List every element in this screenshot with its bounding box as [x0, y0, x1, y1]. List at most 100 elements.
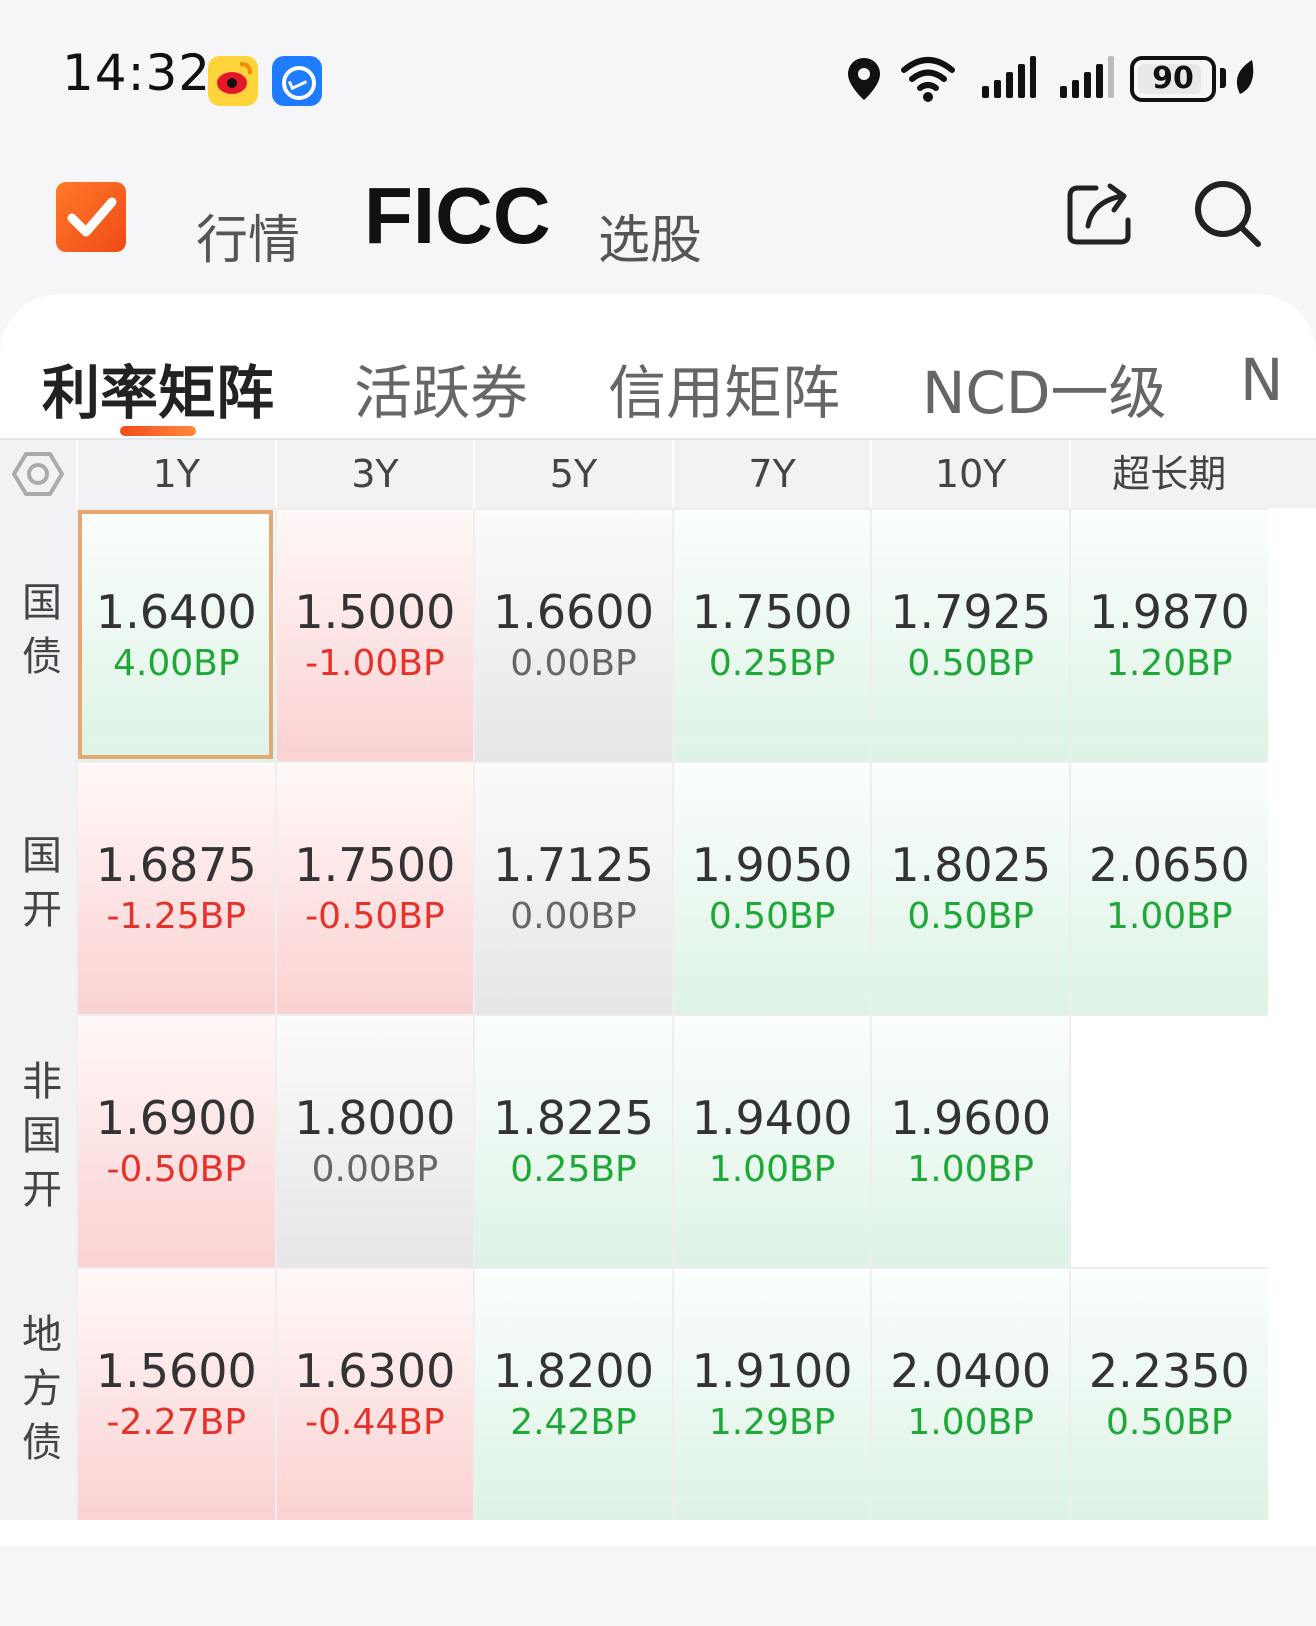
- yield-change: 1.00BP: [1106, 895, 1233, 937]
- nav-quotes[interactable]: 行情: [196, 198, 300, 273]
- matrix-cell[interactable]: 1.7500 -0.50BP: [274, 761, 474, 1014]
- matrix-cell[interactable]: 1.8225 0.25BP: [473, 1014, 672, 1267]
- matrix-cell[interactable]: 1.8025 0.50BP: [870, 761, 1069, 1014]
- yield-value: 1.6400: [95, 584, 257, 639]
- matrix-cell[interactable]: 1.6900 -0.50BP: [76, 1014, 275, 1267]
- column-header[interactable]: 超长期: [1069, 440, 1268, 508]
- yield-value: 1.7500: [294, 837, 456, 892]
- yield-value: 1.8200: [493, 1343, 654, 1398]
- matrix-cell[interactable]: 1.7125 0.00BP: [473, 761, 672, 1014]
- matrix-settings-cell[interactable]: [0, 440, 76, 508]
- share-icon[interactable]: [1066, 180, 1134, 246]
- signal-icon: [982, 56, 1036, 98]
- column-header[interactable]: 7Y: [671, 440, 871, 508]
- yield-value: 1.7500: [691, 584, 853, 639]
- column-header[interactable]: 3Y: [274, 440, 474, 508]
- yield-change: -0.50BP: [106, 1148, 247, 1190]
- row-header: 地方债: [0, 1267, 76, 1520]
- matrix-cell[interactable]: 1.9600 1.00BP: [870, 1014, 1069, 1267]
- yield-value: 1.9100: [691, 1343, 853, 1398]
- yield-value: 1.6300: [294, 1343, 456, 1398]
- yield-change: -1.25BP: [106, 895, 247, 937]
- matrix-cell[interactable]: 1.6600 0.00BP: [473, 508, 672, 761]
- nav-stock-picker[interactable]: 选股: [598, 198, 702, 273]
- yield-value: 1.5600: [95, 1343, 257, 1398]
- column-header[interactable]: 1Y: [76, 440, 275, 508]
- battery-icon: 90: [1130, 56, 1216, 102]
- row-label: 非国开: [15, 1059, 61, 1222]
- row-header: 非国开: [0, 1014, 76, 1267]
- yield-change: 1.00BP: [907, 1401, 1034, 1443]
- yield-change: 0.50BP: [907, 642, 1034, 684]
- yield-value: 1.9400: [691, 1090, 853, 1145]
- tab-active-bonds[interactable]: 活跃券: [354, 346, 528, 430]
- matrix-cell[interactable]: 1.9100 1.29BP: [671, 1267, 871, 1520]
- yield-change: 4.00BP: [113, 642, 240, 684]
- tab-ncd-primary[interactable]: NCD一级: [922, 346, 1167, 430]
- yield-value: 1.7125: [493, 837, 654, 892]
- yield-change: 0.50BP: [708, 895, 836, 937]
- settings-icon[interactable]: [0, 440, 76, 508]
- yield-change: 1.00BP: [907, 1148, 1034, 1190]
- matrix-cell[interactable]: 1.7500 0.25BP: [671, 508, 871, 761]
- yield-change: 0.25BP: [708, 642, 836, 684]
- yield-value: 2.2350: [1088, 1343, 1250, 1398]
- location-icon: [848, 58, 880, 100]
- matrix-cell[interactable]: 1.5000 -1.00BP: [274, 508, 474, 761]
- tab-more[interactable]: N: [1240, 346, 1283, 414]
- yield-change: -0.50BP: [305, 895, 445, 937]
- yield-change: 0.25BP: [510, 1148, 637, 1190]
- yield-value: 1.8025: [890, 837, 1052, 892]
- matrix-cell[interactable]: 1.9050 0.50BP: [671, 761, 871, 1014]
- matrix-cell[interactable]: 1.8000 0.00BP: [274, 1014, 474, 1267]
- yield-change: 1.29BP: [708, 1401, 836, 1443]
- signal-icon: [1060, 56, 1114, 98]
- row-header: 国债: [0, 508, 76, 761]
- matrix-cell[interactable]: 1.6400 4.00BP: [76, 508, 275, 761]
- content-card: 利率矩阵 活跃券 信用矩阵 NCD一级 N 1Y 3Y 5Y 7Y 10Y 超长期 国债 1…: [0, 294, 1316, 1594]
- wifi-icon: [901, 57, 955, 102]
- yield-value: 2.0400: [890, 1343, 1052, 1398]
- matrix-cell[interactable]: 1.7925 0.50BP: [870, 508, 1069, 761]
- yield-value: 1.5000: [294, 584, 456, 639]
- app-icon: [272, 56, 322, 106]
- status-bar: 14:32 90: [0, 0, 1316, 150]
- matrix-cell[interactable]: 2.2350 0.50BP: [1069, 1267, 1268, 1520]
- yield-value: 1.9870: [1088, 584, 1250, 639]
- column-header[interactable]: 5Y: [473, 440, 672, 508]
- yield-change: 0.00BP: [510, 642, 637, 684]
- yield-change: 0.00BP: [510, 895, 637, 937]
- battery-cap: [1220, 68, 1226, 88]
- nav-ficc[interactable]: FICC: [364, 170, 551, 262]
- yield-change: -0.44BP: [305, 1401, 445, 1443]
- yield-change: 0.50BP: [907, 895, 1034, 937]
- row-label: 地方债: [15, 1312, 61, 1475]
- matrix-cell[interactable]: 1.6300 -0.44BP: [274, 1267, 474, 1520]
- yield-change: -1.00BP: [305, 642, 445, 684]
- tab-credit-matrix[interactable]: 信用矩阵: [608, 346, 840, 430]
- row-label: 国开: [15, 833, 61, 942]
- matrix-cell[interactable]: 1.6875 -1.25BP: [76, 761, 275, 1014]
- leaf-icon: [1236, 60, 1254, 94]
- weibo-icon: [208, 56, 258, 106]
- row-label: 国债: [15, 580, 61, 689]
- yield-value: 2.0650: [1088, 837, 1250, 892]
- column-header[interactable]: 10Y: [870, 440, 1069, 508]
- yield-value: 1.8000: [294, 1090, 456, 1145]
- matrix-cell[interactable]: 2.0650 1.00BP: [1069, 761, 1268, 1014]
- yield-change: 2.42BP: [510, 1401, 637, 1443]
- yield-change: 1.20BP: [1106, 642, 1233, 684]
- matrix-header-row: 1Y 3Y 5Y 7Y 10Y 超长期: [0, 438, 1316, 508]
- yield-value: 1.6875: [95, 837, 257, 892]
- yield-value: 1.8225: [493, 1090, 654, 1145]
- matrix-cell[interactable]: 1.8200 2.42BP: [473, 1267, 672, 1520]
- tab-rate-matrix[interactable]: 利率矩阵: [42, 346, 274, 430]
- search-icon[interactable]: [1192, 178, 1264, 250]
- matrix-cell[interactable]: 1.9400 1.00BP: [671, 1014, 871, 1267]
- logo-icon[interactable]: [56, 182, 126, 252]
- matrix-cell[interactable]: 1.5600 -2.27BP: [76, 1267, 275, 1520]
- yield-value: 1.6600: [493, 584, 654, 639]
- matrix-cell[interactable]: 2.0400 1.00BP: [870, 1267, 1069, 1520]
- yield-value: 1.7925: [890, 584, 1052, 639]
- matrix-cell[interactable]: 1.9870 1.20BP: [1069, 508, 1268, 761]
